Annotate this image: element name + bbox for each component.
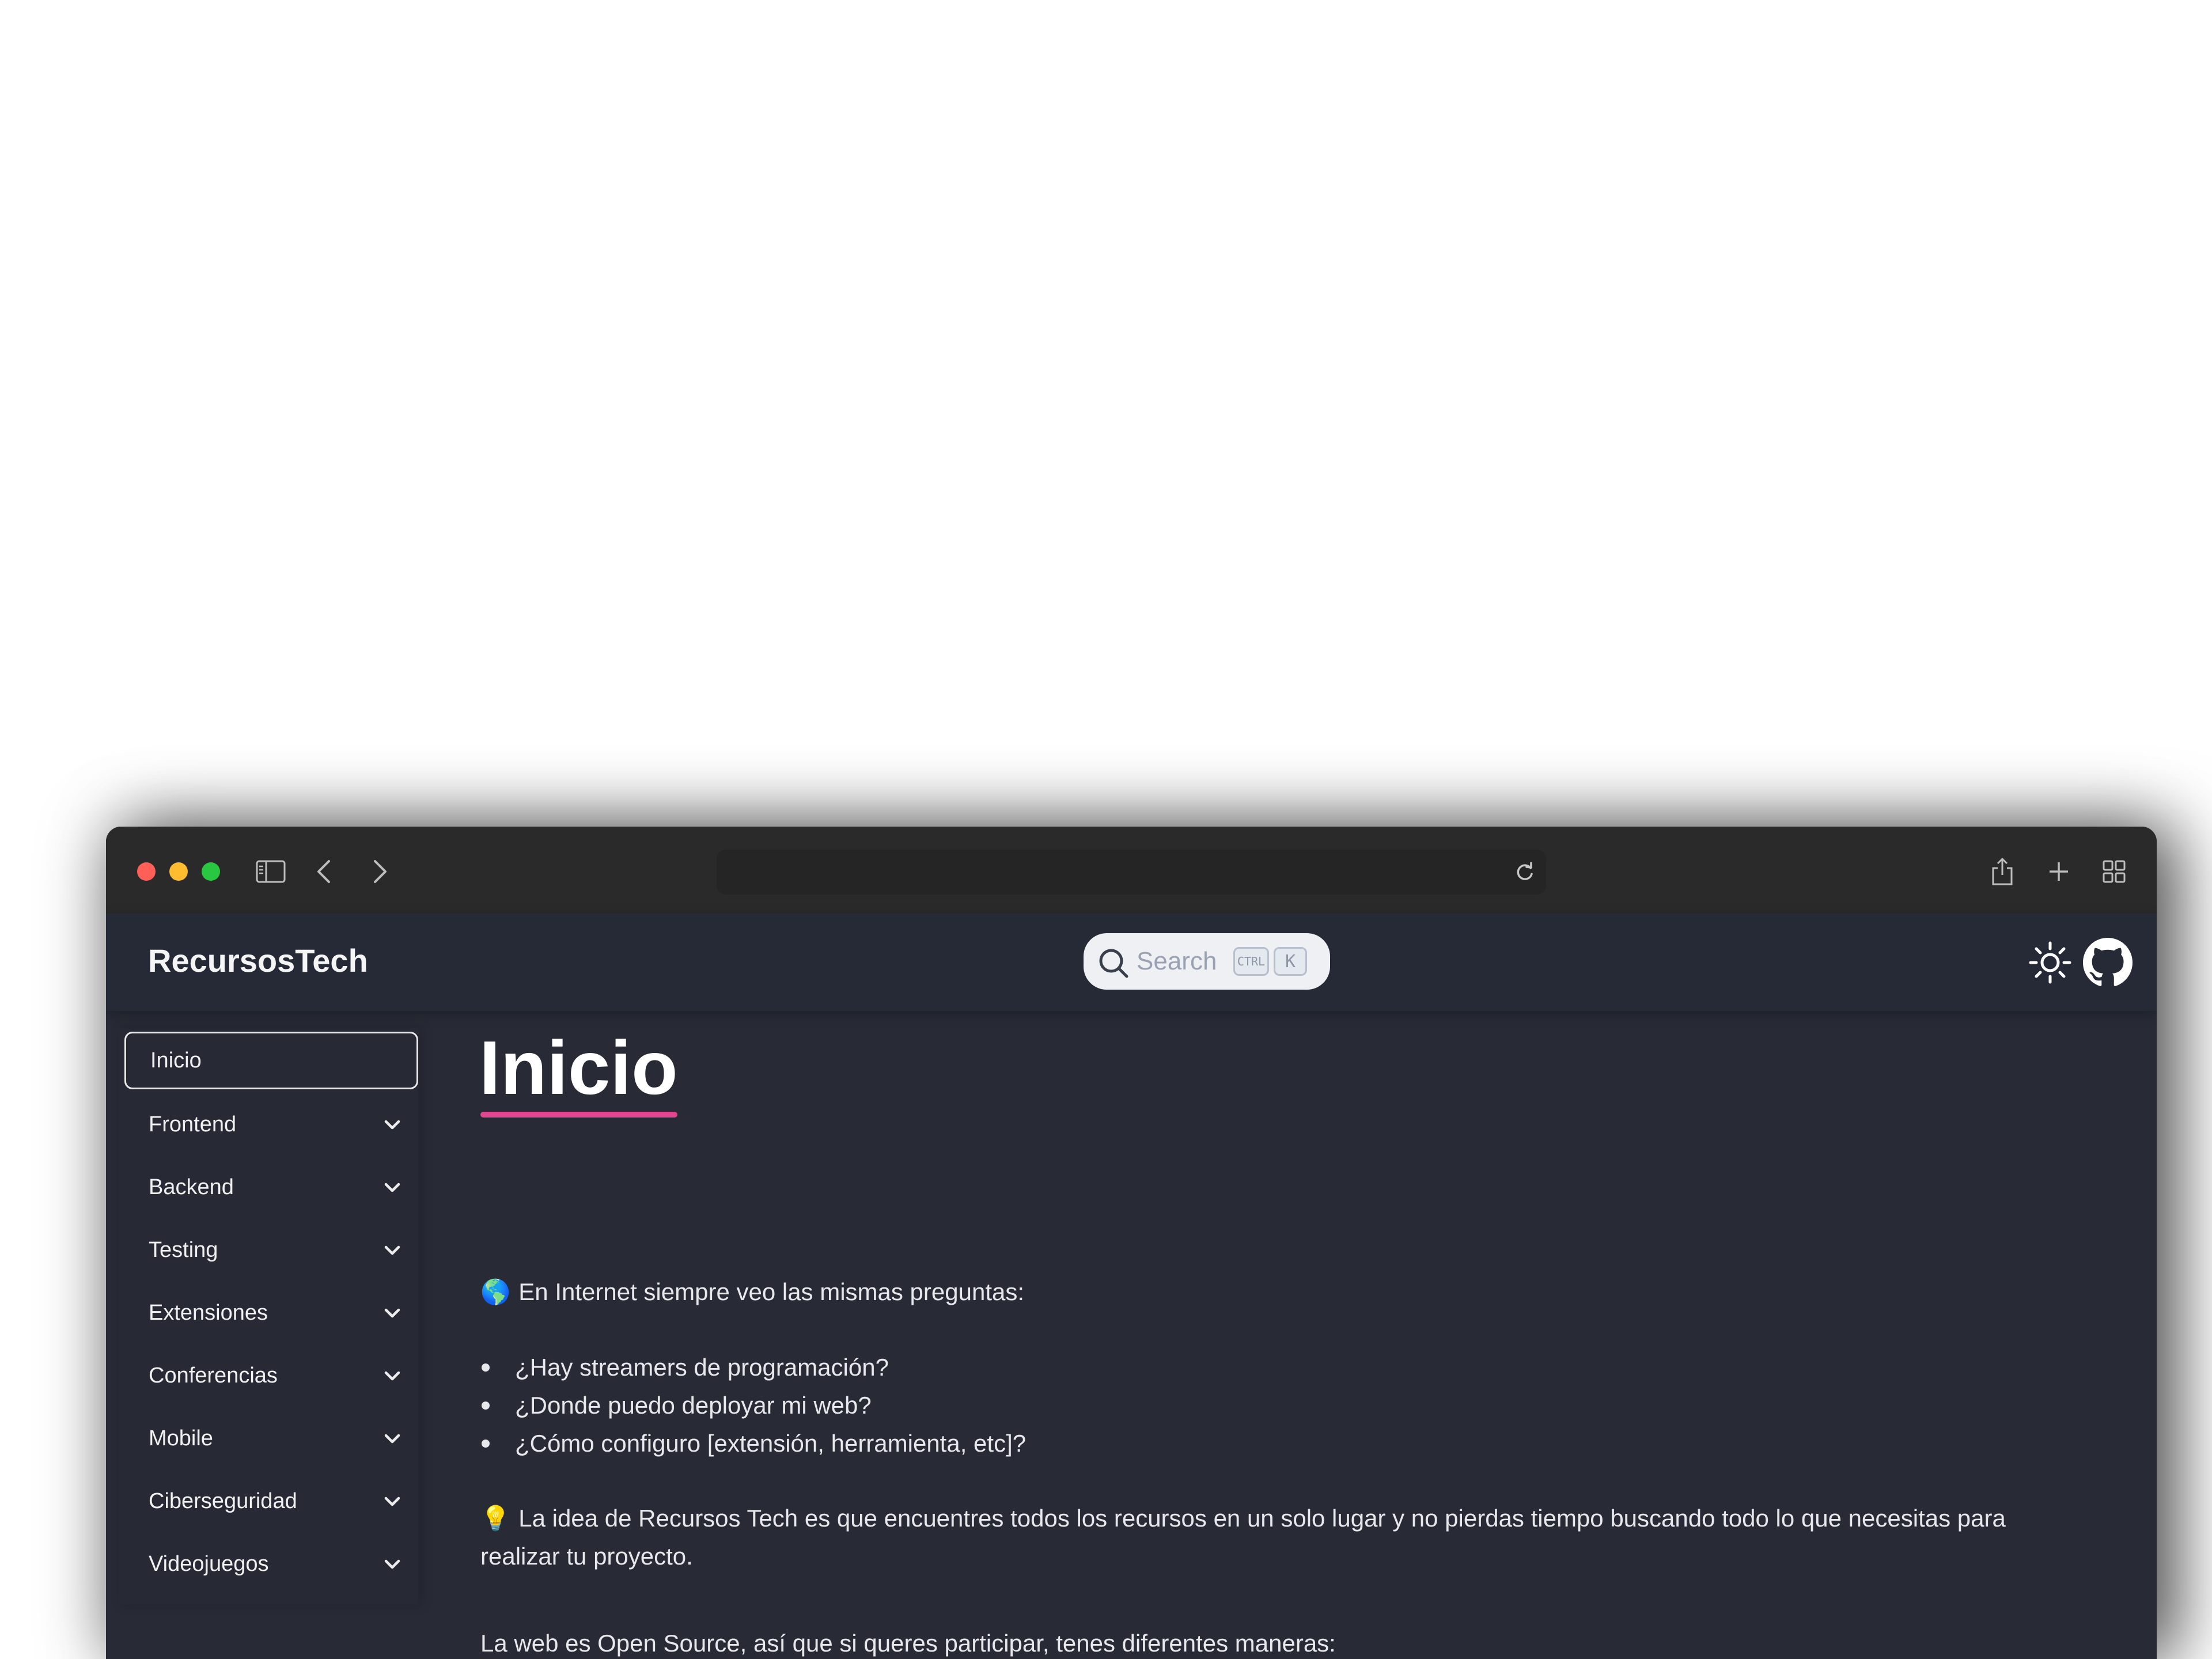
sidebar-item-mobile[interactable]: Mobile	[124, 1410, 418, 1467]
sidebar-item-testing[interactable]: Testing	[124, 1221, 418, 1279]
shortcut-ctrl-key: CTRL	[1233, 947, 1269, 976]
sidebar-item-frontend[interactable]: Frontend	[124, 1096, 418, 1153]
site-header: RecursosTech Search CTRL K	[106, 913, 2157, 1011]
chevron-right-icon[interactable]	[363, 854, 397, 889]
chevron-left-icon[interactable]	[306, 854, 341, 889]
close-window-button[interactable]	[137, 862, 156, 881]
search-button[interactable]: Search CTRL K	[1084, 933, 1330, 990]
sun-icon[interactable]	[2028, 940, 2073, 985]
chevron-down-icon[interactable]	[382, 1115, 402, 1135]
open-source-paragraph: La web es Open Source, así que si queres…	[480, 1630, 1336, 1657]
sidebar-item-label: Extensiones	[149, 1301, 268, 1325]
chevron-down-icon[interactable]	[382, 1492, 402, 1512]
sidebar-item-videojuegos[interactable]: Videojuegos	[124, 1535, 418, 1593]
maximize-window-button[interactable]	[202, 862, 220, 881]
chevron-down-icon[interactable]	[382, 1555, 402, 1574]
share-icon[interactable]	[1985, 854, 2020, 889]
sidebar-item-label: Ciberseguridad	[149, 1489, 297, 1513]
intro-paragraph: 🌎 En Internet siempre veo las mismas preg…	[480, 1273, 2088, 1311]
grid-icon[interactable]	[2097, 854, 2131, 889]
idea-text: La idea de Recursos Tech es que encuentr…	[480, 1505, 2006, 1570]
sidebar-item-inicio[interactable]: Inicio	[124, 1032, 418, 1089]
sidebar-item-ciberseguridad[interactable]: Ciberseguridad	[124, 1472, 418, 1530]
site-logo[interactable]: RecursosTech	[148, 941, 368, 981]
sidebar-item-label: Backend	[149, 1175, 234, 1199]
github-icon[interactable]	[2083, 938, 2133, 987]
sidebar-toggle-icon[interactable]	[253, 854, 288, 889]
title-underline	[480, 1112, 677, 1118]
lightbulb-icon: 💡	[480, 1504, 511, 1532]
address-bar[interactable]	[717, 850, 1546, 895]
list-item: ¿Donde puedo deployar mi web?	[482, 1387, 1026, 1425]
chevron-down-icon[interactable]	[382, 1429, 402, 1449]
chevron-down-icon[interactable]	[382, 1366, 402, 1386]
idea-paragraph: 💡 La idea de Recursos Tech es que encuent…	[480, 1499, 2088, 1575]
sidebar-item-backend[interactable]: Backend	[124, 1158, 418, 1216]
search-placeholder: Search	[1137, 947, 1217, 975]
sidebar-item-label: Videojuegos	[149, 1552, 269, 1576]
intro-text: En Internet siempre veo las mismas pregu…	[518, 1278, 1025, 1305]
sidebar-item-label: Conferencias	[149, 1363, 278, 1388]
chevron-down-icon[interactable]	[382, 1241, 402, 1260]
sidebar-nav: Inicio Frontend Backend Testing Extensio…	[119, 1028, 418, 1604]
reload-icon[interactable]	[1513, 860, 1537, 884]
list-item: ¿Hay streamers de programación?	[482, 1349, 1026, 1387]
browser-titlebar	[106, 827, 2157, 913]
list-item-text: ¿Donde puedo deployar mi web?	[515, 1392, 872, 1419]
minimize-window-button[interactable]	[169, 862, 188, 881]
sidebar-item-extensiones[interactable]: Extensiones	[124, 1284, 418, 1342]
shortcut-k-key: K	[1274, 947, 1307, 976]
browser-window: RecursosTech Search CTRL K Inicio Fronte…	[106, 827, 2157, 1659]
page-title: Inicio	[479, 1025, 678, 1110]
sidebar-item-label: Mobile	[149, 1426, 213, 1450]
chevron-down-icon[interactable]	[382, 1178, 402, 1198]
globe-icon: 🌎	[480, 1278, 511, 1306]
list-item-text: ¿Hay streamers de programación?	[515, 1354, 889, 1381]
sidebar-item-label: Inicio	[150, 1048, 202, 1073]
search-icon	[1099, 949, 1128, 978]
list-item: ¿Cómo configuro [extensión, herramienta,…	[482, 1425, 1027, 1463]
questions-list: ¿Hay streamers de programación? ¿Donde p…	[480, 1349, 1026, 1463]
chevron-down-icon[interactable]	[382, 1304, 402, 1323]
plus-icon[interactable]	[2041, 854, 2076, 889]
list-item-text: ¿Cómo configuro [extensión, herramienta,…	[515, 1430, 1027, 1457]
sidebar-item-conferencias[interactable]: Conferencias	[124, 1347, 418, 1404]
sidebar-item-label: Testing	[149, 1238, 218, 1262]
sidebar-item-label: Frontend	[149, 1112, 237, 1137]
